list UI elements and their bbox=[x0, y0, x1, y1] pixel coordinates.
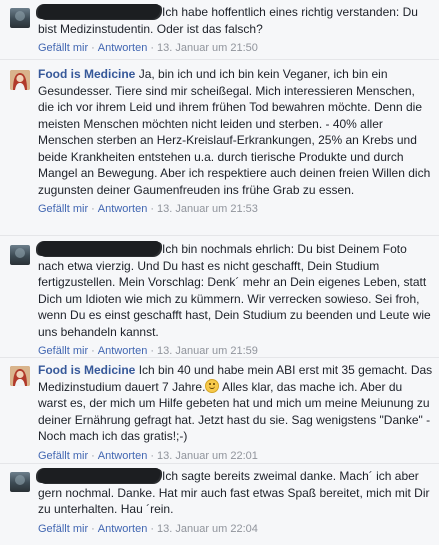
user-avatar-icon[interactable] bbox=[10, 245, 30, 265]
redacted-author-name bbox=[38, 241, 160, 256]
comment-body: Ich sagte bereits zweimal danke. Mach´ i… bbox=[38, 468, 433, 537]
comment-timestamp[interactable]: 13. Januar um 22:01 bbox=[157, 450, 258, 462]
comment-body: Ich bin nochmals ehrlich: Du bist Deinem… bbox=[38, 241, 433, 360]
comment-meta: Gefällt mir · Antworten · 13. Januar um 21:5… bbox=[38, 203, 258, 215]
comment-meta: Gefällt mir · Antworten · 13. Januar um 22:0… bbox=[38, 522, 258, 535]
reply-link[interactable]: Antworten bbox=[98, 203, 148, 215]
comment-body: Food is Medicine Ja, bin ich und ich bin… bbox=[38, 66, 433, 218]
comment-text: Ich bin nochmals ehrlich: Du bist Deinem… bbox=[38, 242, 431, 339]
comment-divider bbox=[0, 463, 439, 464]
comment-timestamp[interactable]: 13. Januar um 22:04 bbox=[157, 523, 258, 535]
comment-divider bbox=[0, 59, 439, 60]
comment-body: Food is Medicine Ich bin 40 und habe mei… bbox=[38, 362, 433, 464]
comment-body: Ich habe hoffentlich eines richtig verst… bbox=[38, 4, 433, 57]
comment-meta: Gefällt mir · Antworten · 13. Januar um 22:0… bbox=[38, 449, 258, 462]
comment-meta: Gefällt mir · Antworten · 13. Januar um 21:5… bbox=[38, 42, 258, 54]
redacted-author-name bbox=[38, 468, 160, 483]
smiley-emoji-icon bbox=[205, 378, 220, 393]
comment-divider bbox=[0, 235, 439, 236]
reply-link[interactable]: Antworten bbox=[98, 42, 148, 54]
user-avatar-icon[interactable] bbox=[10, 8, 30, 28]
like-link[interactable]: Gefällt mir bbox=[38, 450, 88, 462]
page-avatar-image bbox=[10, 366, 30, 386]
comment-timestamp[interactable]: 13. Januar um 21:50 bbox=[157, 42, 258, 54]
reply-link[interactable]: Antworten bbox=[98, 345, 148, 357]
page-avatar-icon[interactable] bbox=[10, 366, 30, 386]
comment-author-link[interactable]: Food is Medicine bbox=[38, 67, 135, 81]
comment-timestamp[interactable]: 13. Januar um 21:59 bbox=[157, 345, 258, 357]
comment-text: Ja, bin ich und ich bin kein Veganer, ic… bbox=[38, 67, 431, 197]
comment-author-link[interactable]: Food is Medicine bbox=[38, 363, 135, 377]
page-avatar-image bbox=[10, 70, 30, 90]
comment-timestamp[interactable]: 13. Januar um 21:53 bbox=[157, 203, 258, 215]
reply-link[interactable]: Antworten bbox=[98, 450, 148, 462]
page-avatar-icon[interactable] bbox=[10, 70, 30, 90]
reply-link[interactable]: Antworten bbox=[98, 523, 148, 535]
like-link[interactable]: Gefällt mir bbox=[38, 345, 88, 357]
comment-divider bbox=[0, 357, 439, 358]
redacted-author-name bbox=[38, 4, 160, 19]
like-link[interactable]: Gefällt mir bbox=[38, 42, 88, 54]
user-avatar-icon[interactable] bbox=[10, 472, 30, 492]
like-link[interactable]: Gefällt mir bbox=[38, 523, 88, 535]
like-link[interactable]: Gefällt mir bbox=[38, 203, 88, 215]
